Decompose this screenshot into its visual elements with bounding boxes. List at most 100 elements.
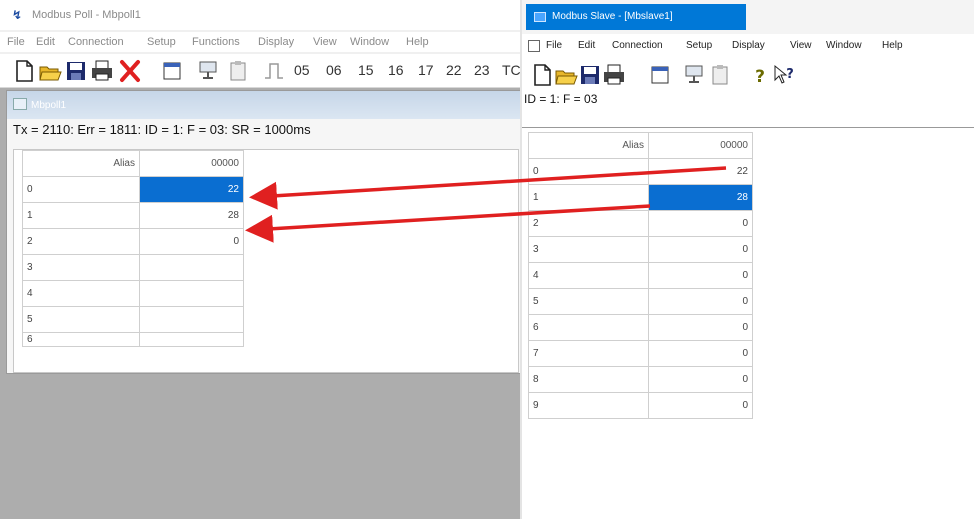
slave-row-index: 4 bbox=[528, 262, 649, 289]
table-row: 9 0 bbox=[528, 392, 753, 419]
slave-register-cell[interactable]: 0 bbox=[648, 366, 753, 393]
slave-register-cell[interactable]: 22 bbox=[648, 158, 753, 185]
poll-menu-functions[interactable]: Functions bbox=[192, 36, 240, 48]
print-icon[interactable] bbox=[602, 62, 626, 88]
poll-alias-header: Alias bbox=[22, 150, 140, 177]
svg-text:?: ? bbox=[786, 67, 794, 82]
slave-row-index: 2 bbox=[528, 210, 649, 237]
poll-menu-edit[interactable]: Edit bbox=[36, 36, 55, 48]
slave-register-cell[interactable]: 0 bbox=[648, 340, 753, 367]
new-file-icon[interactable] bbox=[530, 62, 554, 88]
help-icon[interactable]: ? bbox=[748, 62, 772, 88]
slave-row-index: 9 bbox=[528, 392, 649, 419]
mbpoll-child-titlebar[interactable]: Mbpoll1 bbox=[7, 91, 523, 119]
slave-row-index: 8 bbox=[528, 366, 649, 393]
fc-22-button[interactable]: 22 bbox=[446, 62, 462, 78]
slave-menu-file[interactable]: File bbox=[546, 40, 562, 51]
fc-15-button[interactable]: 15 bbox=[358, 62, 374, 78]
context-help-icon[interactable]: ? bbox=[772, 62, 796, 88]
slave-menu-connection[interactable]: Connection bbox=[612, 40, 663, 51]
open-folder-icon[interactable] bbox=[554, 62, 578, 88]
table-row: 5 0 bbox=[528, 288, 753, 315]
save-icon[interactable] bbox=[578, 62, 602, 88]
slave-register-cell[interactable]: 0 bbox=[648, 262, 753, 289]
table-row: 8 0 bbox=[528, 366, 753, 393]
poll-menu-connection[interactable]: Connection bbox=[68, 36, 124, 48]
poll-register-cell[interactable] bbox=[139, 332, 244, 347]
poll-table-area: Alias 00000 0 22 1 28 2 0 3 4 5 6 bbox=[13, 149, 519, 373]
slave-register-cell[interactable]: 28 bbox=[648, 184, 753, 211]
poll-register-cell[interactable]: 22 bbox=[139, 176, 244, 203]
table-row: 2 0 bbox=[22, 228, 244, 255]
clipboard-icon[interactable] bbox=[226, 58, 250, 84]
table-row: 3 bbox=[22, 254, 244, 281]
pulse-icon[interactable] bbox=[262, 58, 286, 84]
fc-16-button[interactable]: 16 bbox=[388, 62, 404, 78]
svg-text:?: ? bbox=[755, 67, 765, 87]
slave-titlebar: Modbus Slave - [Mbslave1] bbox=[522, 0, 974, 34]
slave-menu-help[interactable]: Help bbox=[882, 40, 903, 51]
table-row: 1 28 bbox=[22, 202, 244, 229]
fc-17-button[interactable]: 17 bbox=[418, 62, 434, 78]
slave-toolbar: ? ? bbox=[522, 58, 974, 88]
slave-row-index: 5 bbox=[528, 288, 649, 315]
poll-register-cell[interactable]: 0 bbox=[139, 228, 244, 255]
slave-register-cell[interactable]: 0 bbox=[648, 210, 753, 237]
poll-menu-file[interactable]: File bbox=[7, 36, 25, 48]
poll-menubar: File Edit Connection Setup Functions Dis… bbox=[0, 32, 522, 52]
save-icon[interactable] bbox=[64, 58, 88, 84]
slave-menu-display[interactable]: Display bbox=[732, 40, 765, 51]
table-row: 7 0 bbox=[528, 340, 753, 367]
poll-register-cell[interactable] bbox=[139, 280, 244, 307]
window-icon[interactable] bbox=[648, 62, 672, 88]
poll-row-index: 1 bbox=[22, 202, 140, 229]
slave-id-line: ID = 1: F = 03 bbox=[524, 92, 598, 106]
clipboard-icon[interactable] bbox=[708, 62, 732, 88]
connect-icon[interactable] bbox=[196, 58, 220, 84]
slave-register-cell[interactable]: 0 bbox=[648, 236, 753, 263]
table-row: 5 bbox=[22, 306, 244, 333]
connect-icon[interactable] bbox=[682, 62, 706, 88]
print-icon[interactable] bbox=[90, 58, 114, 84]
fc-05-button[interactable]: 05 bbox=[294, 62, 310, 78]
fc-06-button[interactable]: 06 bbox=[326, 62, 342, 78]
new-file-icon[interactable] bbox=[12, 58, 36, 84]
slave-child-window-icon[interactable] bbox=[528, 40, 540, 52]
fc-23-button[interactable]: 23 bbox=[474, 62, 490, 78]
slave-register-cell[interactable]: 0 bbox=[648, 288, 753, 315]
mbpoll-child-title: Mbpoll1 bbox=[31, 100, 67, 111]
slave-menu-window[interactable]: Window bbox=[826, 40, 862, 51]
poll-register-cell[interactable] bbox=[139, 306, 244, 333]
poll-row-index: 6 bbox=[22, 332, 140, 347]
table-row: 3 0 bbox=[528, 236, 753, 263]
poll-menu-help[interactable]: Help bbox=[406, 36, 429, 48]
modbus-slave-app-icon bbox=[534, 12, 546, 22]
open-folder-icon[interactable] bbox=[38, 58, 62, 84]
slave-register-cell[interactable]: 0 bbox=[648, 314, 753, 341]
fc-tc-button[interactable]: TC bbox=[502, 62, 521, 78]
slave-menubar: File Edit Connection Setup Display View … bbox=[522, 36, 974, 56]
slave-address-header: 00000 bbox=[648, 132, 753, 159]
table-row: 1 28 bbox=[528, 184, 753, 211]
slave-window-title: Modbus Slave - [Mbslave1] bbox=[552, 11, 673, 22]
table-row: 4 bbox=[22, 280, 244, 307]
slave-divider bbox=[522, 127, 974, 128]
slave-menu-edit[interactable]: Edit bbox=[578, 40, 595, 51]
modbus-poll-window: ↯ Modbus Poll - Mbpoll1 File Edit Connec… bbox=[0, 0, 523, 519]
poll-register-cell[interactable] bbox=[139, 254, 244, 281]
poll-toolbar: 05 06 15 16 17 22 23 TC bbox=[0, 54, 522, 88]
poll-menu-view[interactable]: View bbox=[313, 36, 337, 48]
slave-alias-header: Alias bbox=[528, 132, 649, 159]
slave-register-cell[interactable]: 0 bbox=[648, 392, 753, 419]
slave-row-index: 7 bbox=[528, 340, 649, 367]
mbpoll-child-window[interactable]: Mbpoll1 Tx = 2110: Err = 1811: ID = 1: F… bbox=[6, 90, 523, 374]
child-window-icon bbox=[13, 98, 27, 110]
window-icon[interactable] bbox=[160, 58, 184, 84]
poll-menu-window[interactable]: Window bbox=[350, 36, 389, 48]
delete-icon[interactable] bbox=[118, 58, 142, 84]
poll-register-cell[interactable]: 28 bbox=[139, 202, 244, 229]
slave-menu-view[interactable]: View bbox=[790, 40, 812, 51]
poll-menu-setup[interactable]: Setup bbox=[147, 36, 176, 48]
poll-menu-display[interactable]: Display bbox=[258, 36, 294, 48]
slave-menu-setup[interactable]: Setup bbox=[686, 40, 712, 51]
